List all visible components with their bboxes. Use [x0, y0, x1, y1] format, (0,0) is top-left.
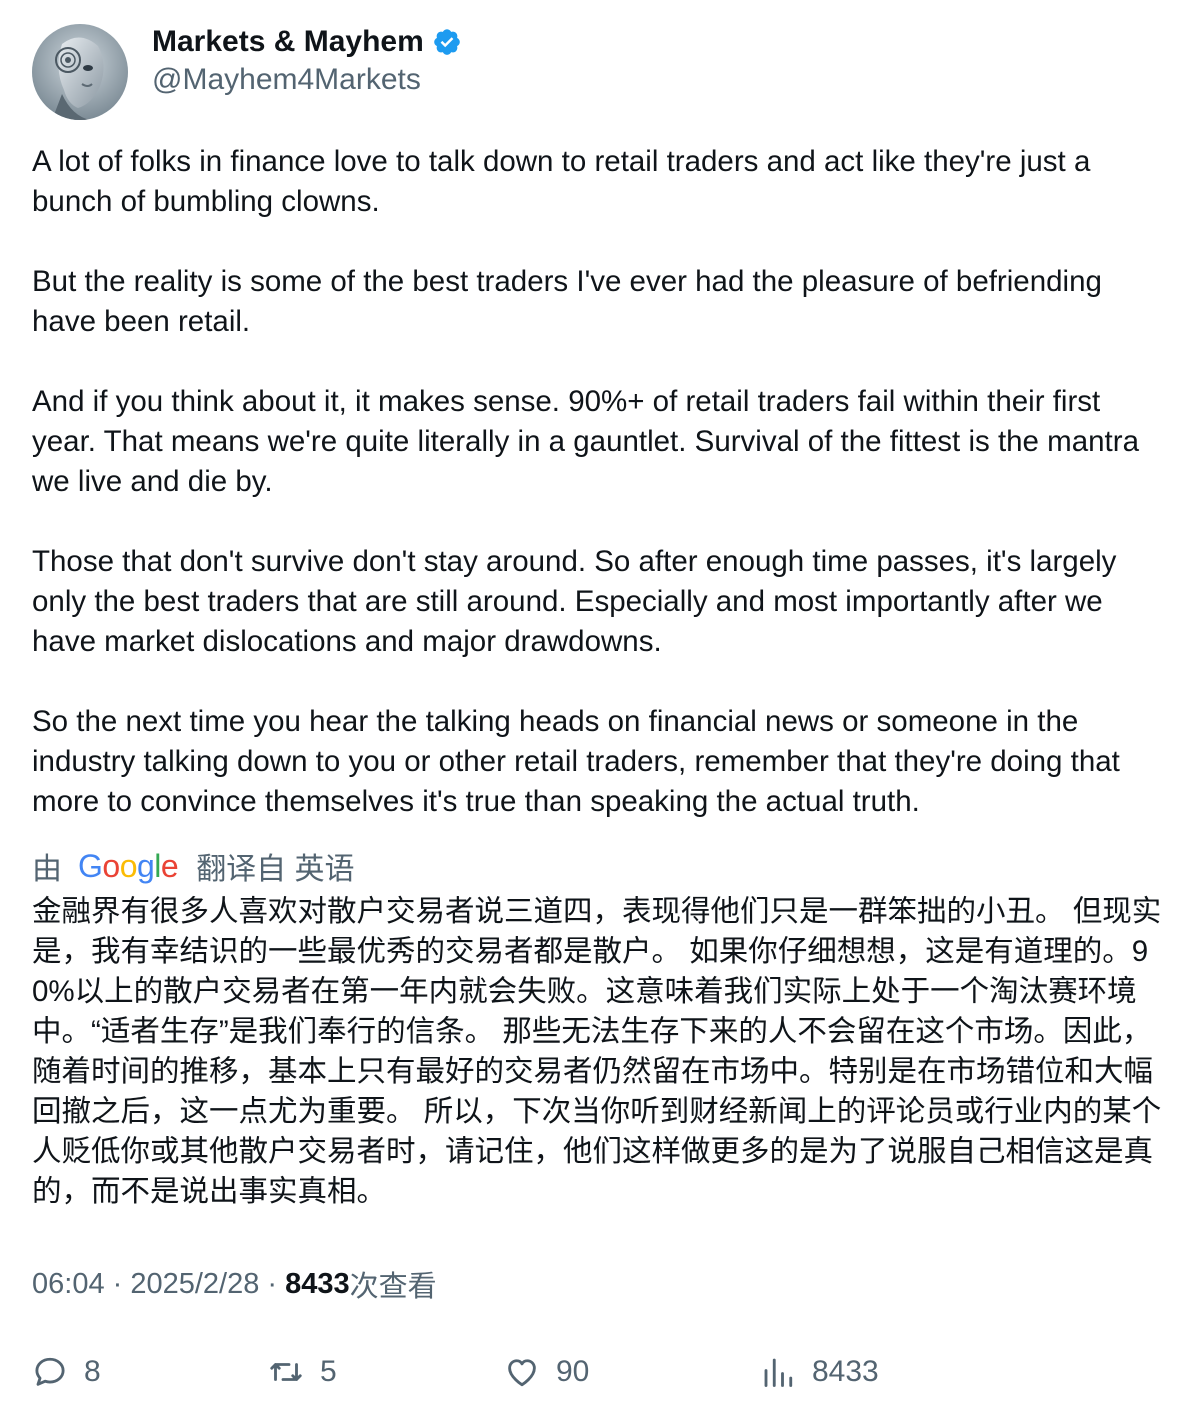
view-count: 8433	[285, 1267, 350, 1300]
tweet-text: A lot of folks in finance love to talk d…	[32, 145, 1139, 818]
translation-header: 由 Google 翻译自 英语	[32, 846, 1168, 887]
author-info: Markets & Mayhem @Mayhem4Markets	[152, 24, 462, 100]
translated-text: 金融界有很多人喜欢对散户交易者说三道四，表现得他们只是一群笨拙的小丑。 但现实是…	[32, 895, 1162, 1208]
avatar[interactable]	[32, 24, 128, 120]
translation-by-label: 由	[32, 853, 62, 886]
reply-count: 8	[84, 1355, 101, 1388]
tweet-date[interactable]: 2025/2/28	[130, 1268, 259, 1301]
reply-icon	[35, 1357, 65, 1386]
reply-button[interactable]: 8	[32, 1350, 101, 1394]
google-logo-icon: Google	[78, 847, 179, 884]
views-count: 8433	[812, 1355, 879, 1388]
author-name[interactable]: Markets & Mayhem	[152, 24, 424, 60]
tweet: Markets & Mayhem @Mayhem4Markets A lot o…	[32, 24, 1168, 1304]
meta-separator: ·	[259, 1267, 286, 1300]
retweet-icon	[270, 1363, 302, 1381]
like-button[interactable]: 90	[504, 1350, 589, 1394]
author-handle[interactable]: @Mayhem4Markets	[152, 60, 462, 100]
meta-separator: ·	[104, 1267, 131, 1300]
author-name-row[interactable]: Markets & Mayhem	[152, 24, 462, 60]
tweet-meta: 06:04 · 2025/2/28 · 8433 次查看	[32, 1264, 1168, 1304]
retweet-button[interactable]: 5	[268, 1350, 337, 1394]
verified-badge-icon	[433, 29, 460, 55]
translation-source-label: 翻译自 英语	[196, 853, 355, 886]
tweet-header: Markets & Mayhem @Mayhem4Markets	[32, 24, 1168, 120]
tweet-time[interactable]: 06:04	[32, 1268, 105, 1301]
analytics-icon	[764, 1358, 793, 1387]
robot-avatar-icon	[32, 24, 128, 120]
view-count-label: 次查看	[349, 1271, 437, 1303]
heart-icon	[508, 1359, 536, 1387]
retweet-count: 5	[320, 1355, 337, 1388]
action-bar: 8 5 90 8433	[32, 1350, 1168, 1394]
views-button[interactable]: 8433	[760, 1350, 879, 1394]
like-count: 90	[556, 1355, 590, 1388]
